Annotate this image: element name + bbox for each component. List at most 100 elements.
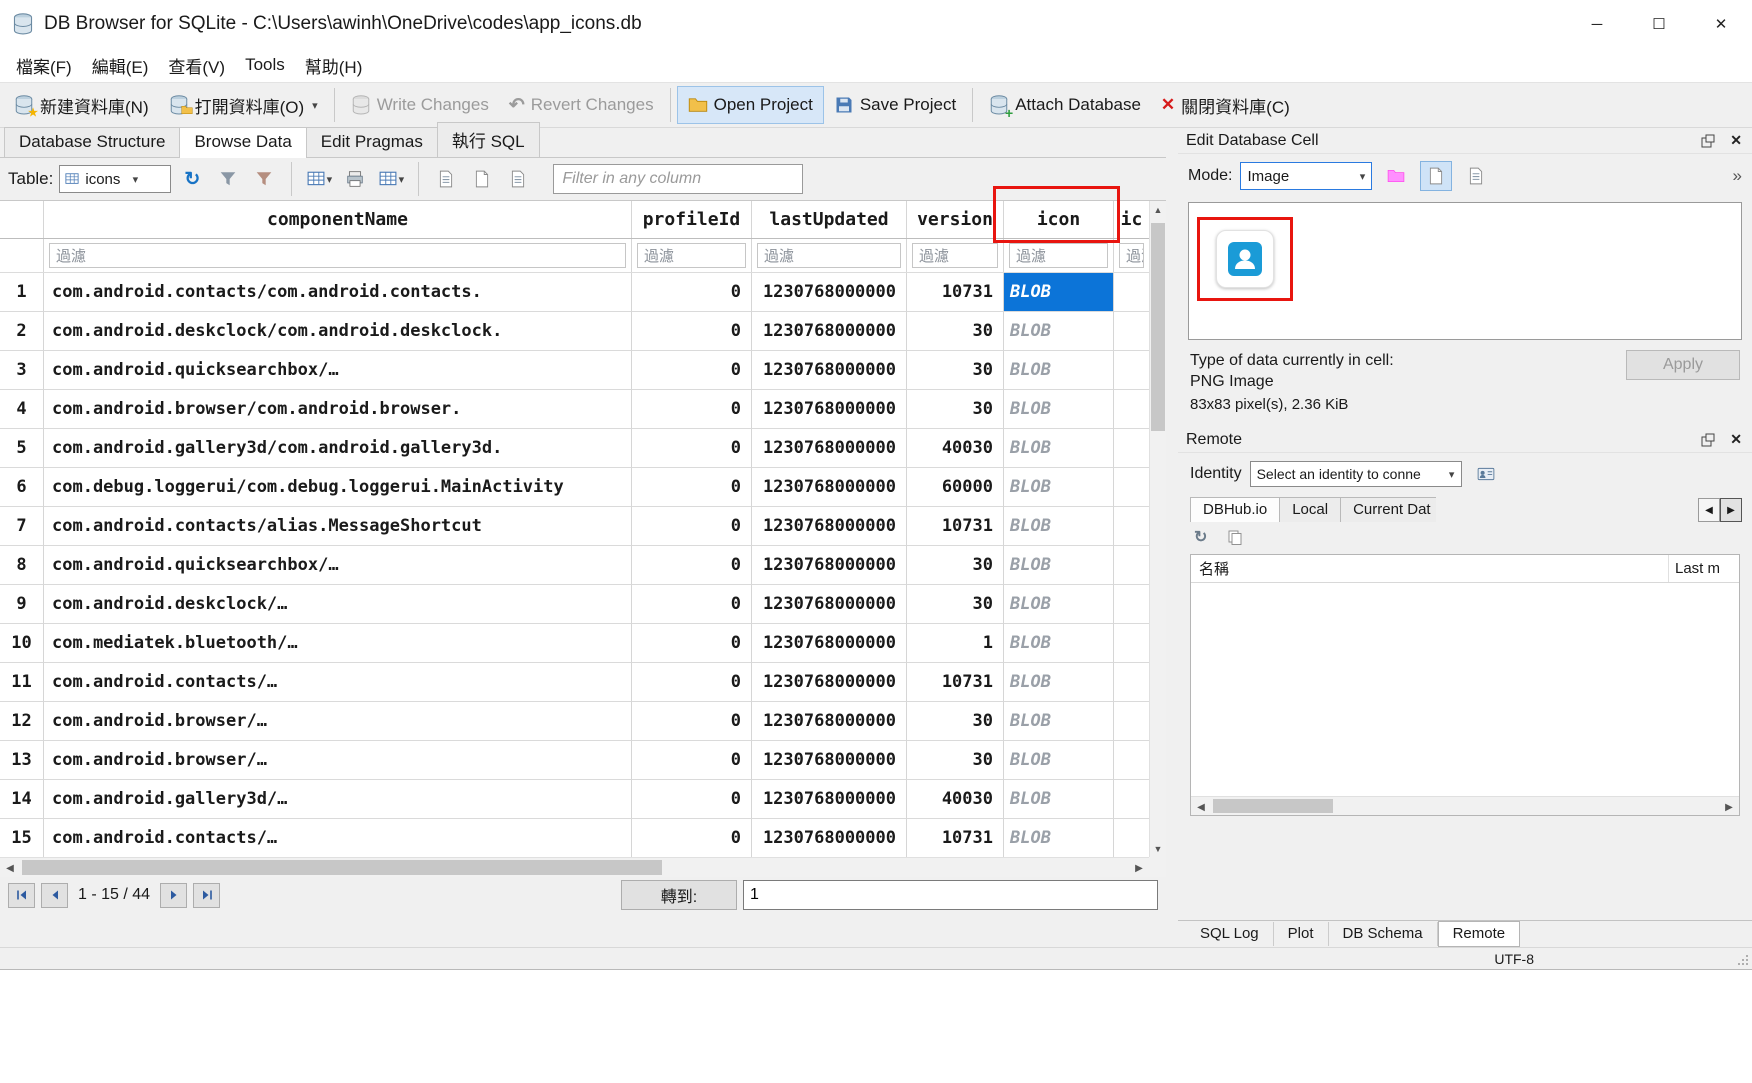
clear-filters-button[interactable]	[213, 164, 243, 194]
table-row[interactable]: 4 com.android.browser/com.android.browse…	[0, 390, 1166, 429]
goto-button[interactable]: 轉到:	[621, 880, 737, 910]
componentName-cell[interactable]: com.android.contacts/…	[44, 663, 632, 702]
icon-blob-cell[interactable]: BLOB	[1004, 507, 1114, 546]
first-record-button[interactable]	[8, 883, 35, 908]
clipped-cell[interactable]	[1114, 819, 1149, 858]
clipped-cell[interactable]	[1114, 312, 1149, 351]
lastUpdated-cell[interactable]: 1230768000000	[752, 312, 907, 351]
table-row[interactable]: 6 com.debug.loggerui/com.debug.loggerui.…	[0, 468, 1166, 507]
table-row[interactable]: 10 com.mediatek.bluetooth/… 0 1230768000…	[0, 624, 1166, 663]
filter-profileId[interactable]: 過濾	[637, 243, 746, 268]
toolbar-overflow-icon[interactable]: »	[1733, 166, 1742, 186]
profileId-cell[interactable]: 0	[632, 780, 752, 819]
close-panel-icon[interactable]: ✕	[1730, 431, 1742, 448]
scroll-right-icon[interactable]: ▶	[1129, 858, 1149, 878]
menu-item[interactable]: 檔案(F)	[6, 49, 82, 82]
row-number-cell[interactable]: 8	[0, 546, 44, 585]
menu-item[interactable]: 幫助(H)	[295, 49, 373, 82]
clone-database-icon[interactable]	[1227, 529, 1243, 545]
componentName-cell[interactable]: com.android.quicksearchbox/…	[44, 351, 632, 390]
lastUpdated-cell[interactable]: 1230768000000	[752, 429, 907, 468]
clipped-cell[interactable]	[1114, 780, 1149, 819]
panel-splitter[interactable]	[1166, 128, 1178, 947]
maximize-button[interactable]: ☐	[1628, 0, 1690, 48]
horizontal-scrollbar[interactable]: ◀ ▶	[0, 857, 1149, 877]
componentName-cell[interactable]: com.android.browser/com.android.browser.	[44, 390, 632, 429]
row-number-cell[interactable]: 1	[0, 273, 44, 312]
icon-blob-cell[interactable]: BLOB	[1004, 585, 1114, 624]
remote-column-name[interactable]: 名稱	[1191, 555, 1669, 582]
sort-asc-button[interactable]	[431, 164, 461, 194]
version-cell[interactable]: 40030	[907, 429, 1004, 468]
dock-tab-db-schema[interactable]: DB Schema	[1329, 922, 1438, 946]
menu-item[interactable]: Tools	[235, 51, 295, 79]
lastUpdated-cell[interactable]: 1230768000000	[752, 702, 907, 741]
tab-database-structure[interactable]: Database Structure	[4, 127, 180, 157]
float-panel-icon[interactable]	[1700, 133, 1716, 149]
clipped-cell[interactable]	[1114, 741, 1149, 780]
open-database-dropdown-icon[interactable]: ▾	[312, 99, 318, 112]
remote-refresh-icon[interactable]: ↻	[1194, 527, 1207, 547]
vertical-scrollbar-thumb[interactable]	[1151, 223, 1165, 431]
close-panel-icon[interactable]: ✕	[1730, 132, 1742, 149]
row-number-cell[interactable]: 2	[0, 312, 44, 351]
column-header-profileId[interactable]: profileId	[632, 201, 752, 238]
filter-clipped[interactable]: 過濾	[1119, 243, 1144, 268]
close-database-button[interactable]: ✕ 關閉資料庫(C)	[1151, 86, 1300, 124]
tab-execute-sql[interactable]: 執行 SQL	[437, 122, 540, 157]
profileId-cell[interactable]: 0	[632, 429, 752, 468]
version-cell[interactable]: 30	[907, 390, 1004, 429]
lastUpdated-cell[interactable]: 1230768000000	[752, 585, 907, 624]
scroll-down-icon[interactable]: ▼	[1150, 840, 1166, 857]
row-number-cell[interactable]: 12	[0, 702, 44, 741]
export-table-button[interactable]: ▾	[376, 164, 406, 194]
componentName-cell[interactable]: com.android.browser/…	[44, 741, 632, 780]
filter-version[interactable]: 過濾	[912, 243, 998, 268]
edit-cell-toggle-button[interactable]	[467, 164, 497, 194]
clipped-cell[interactable]	[1114, 351, 1149, 390]
componentName-cell[interactable]: com.mediatek.bluetooth/…	[44, 624, 632, 663]
scroll-up-icon[interactable]: ▲	[1150, 201, 1166, 218]
resize-grip-icon[interactable]	[1737, 954, 1749, 966]
table-row[interactable]: 9 com.android.deskclock/… 0 123076800000…	[0, 585, 1166, 624]
version-cell[interactable]: 60000	[907, 468, 1004, 507]
row-number-cell[interactable]: 13	[0, 741, 44, 780]
lastUpdated-cell[interactable]: 1230768000000	[752, 351, 907, 390]
componentName-cell[interactable]: com.android.browser/…	[44, 702, 632, 741]
row-number-cell[interactable]: 11	[0, 663, 44, 702]
table-row[interactable]: 8 com.android.quicksearchbox/… 0 1230768…	[0, 546, 1166, 585]
print-button[interactable]	[340, 164, 370, 194]
corner-header-cell[interactable]	[0, 201, 44, 238]
dock-tab-plot[interactable]: Plot	[1274, 922, 1329, 946]
import-data-button[interactable]	[1380, 161, 1412, 191]
icon-blob-cell[interactable]: BLOB	[1004, 702, 1114, 741]
lastUpdated-cell[interactable]: 1230768000000	[752, 624, 907, 663]
version-cell[interactable]: 1	[907, 624, 1004, 663]
version-cell[interactable]: 30	[907, 741, 1004, 780]
profileId-cell[interactable]: 0	[632, 702, 752, 741]
row-number-cell[interactable]: 15	[0, 819, 44, 858]
profileId-cell[interactable]: 0	[632, 468, 752, 507]
scroll-right-icon[interactable]: ▶	[1719, 797, 1739, 817]
clipped-cell[interactable]	[1114, 507, 1149, 546]
clipped-cell[interactable]	[1114, 546, 1149, 585]
clipped-cell[interactable]	[1114, 468, 1149, 507]
clipped-cell[interactable]	[1114, 702, 1149, 741]
componentName-cell[interactable]: com.android.deskclock/com.android.deskcl…	[44, 312, 632, 351]
table-select[interactable]: icons ▾	[59, 165, 171, 193]
profileId-cell[interactable]: 0	[632, 273, 752, 312]
table-row[interactable]: 2 com.android.deskclock/com.android.desk…	[0, 312, 1166, 351]
row-number-cell[interactable]: 14	[0, 780, 44, 819]
menu-item[interactable]: 查看(V)	[158, 49, 235, 82]
clipped-cell[interactable]	[1114, 624, 1149, 663]
remote-horizontal-scrollbar[interactable]: ◀ ▶	[1191, 796, 1739, 815]
version-cell[interactable]: 10731	[907, 507, 1004, 546]
new-database-button[interactable]: ★ 新建資料庫(N)	[4, 86, 159, 124]
icon-blob-cell[interactable]: BLOB	[1004, 390, 1114, 429]
lastUpdated-cell[interactable]: 1230768000000	[752, 741, 907, 780]
remote-tab-dbhub[interactable]: DBHub.io	[1190, 497, 1280, 522]
dock-tab-remote[interactable]: Remote	[1438, 921, 1521, 947]
lastUpdated-cell[interactable]: 1230768000000	[752, 663, 907, 702]
filter-icon[interactable]: 過濾	[1009, 243, 1108, 268]
row-number-cell[interactable]: 10	[0, 624, 44, 663]
